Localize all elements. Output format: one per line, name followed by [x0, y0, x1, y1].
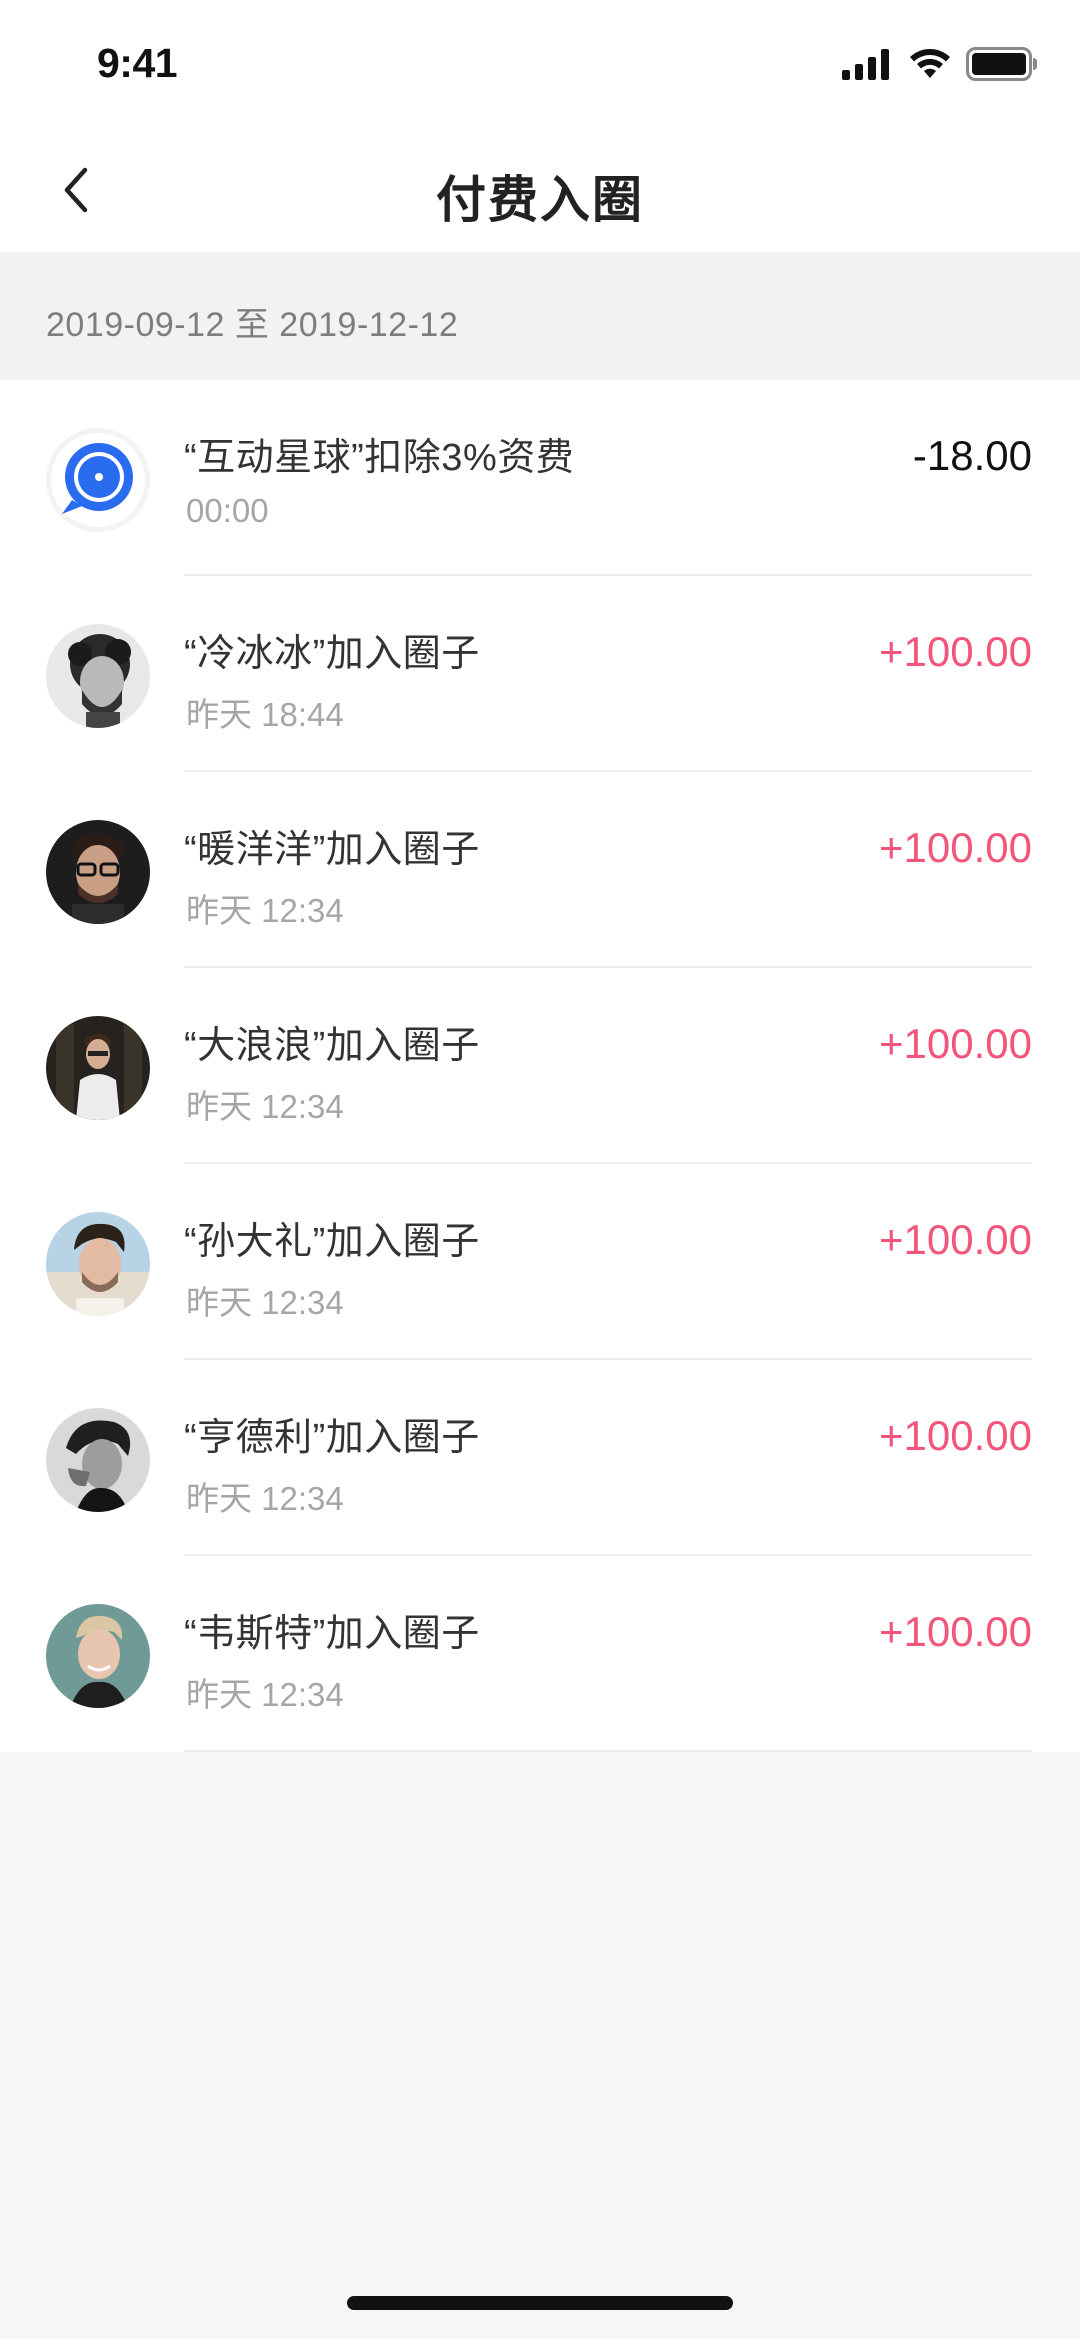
- transaction-amount: +100.00: [879, 1020, 1032, 1067]
- transaction-amount: -18.00: [912, 432, 1032, 479]
- planet-logo-icon: [46, 428, 150, 532]
- user-avatar: [46, 1212, 150, 1316]
- transaction-amount: +100.00: [879, 628, 1032, 675]
- signal-icon: [842, 48, 894, 85]
- status-icons: [828, 46, 1038, 86]
- wifi-icon: [908, 48, 952, 85]
- transaction-title: “韦斯特”加入圈子: [184, 1613, 480, 1655]
- transaction-amount: +100.00: [879, 1216, 1032, 1263]
- transaction-title: “互动星球”扣除3%资费: [184, 437, 575, 479]
- transaction-row[interactable]: “孙大礼”加入圈子 昨天 12:34 +100.00: [0, 1164, 1080, 1360]
- transaction-row[interactable]: “冷冰冰”加入圈子 昨天 18:44 +100.00: [0, 576, 1080, 772]
- screen: 9:41 付费入圈 2019-09-12 至 2019-12-12 “互动星球”…: [0, 0, 1080, 2339]
- transaction-title: “大浪浪”加入圈子: [184, 1025, 480, 1067]
- date-range-text: 2019-09-12 至 2019-12-12: [46, 306, 459, 344]
- battery-icon: [966, 46, 1038, 86]
- nav-bar: 付费入圈: [0, 132, 1080, 252]
- transaction-title: “暖洋洋”加入圈子: [184, 829, 480, 871]
- status-bar: 9:41: [0, 0, 1080, 132]
- transaction-amount: +100.00: [879, 1608, 1032, 1655]
- date-range-bar[interactable]: 2019-09-12 至 2019-12-12: [0, 252, 1080, 380]
- transaction-row[interactable]: “互动星球”扣除3%资费 00:00 -18.00: [0, 380, 1080, 576]
- transaction-time: 昨天 12:34: [186, 892, 344, 929]
- transaction-row[interactable]: “大浪浪”加入圈子 昨天 12:34 +100.00: [0, 968, 1080, 1164]
- transaction-title: “孙大礼”加入圈子: [184, 1221, 480, 1263]
- row-divider: [184, 1750, 1032, 1752]
- status-time: 9:41: [97, 40, 178, 86]
- transaction-time: 00:00: [186, 492, 269, 529]
- transaction-row[interactable]: “韦斯特”加入圈子 昨天 12:34 +100.00: [0, 1556, 1080, 1752]
- transaction-list: “互动星球”扣除3%资费 00:00 -18.00 “冷冰冰”加入圈子 昨天 1…: [0, 380, 1080, 1752]
- transaction-amount: +100.00: [879, 824, 1032, 871]
- home-indicator[interactable]: [347, 2296, 733, 2310]
- transaction-time: 昨天 12:34: [186, 1480, 344, 1517]
- transaction-time: 昨天 12:34: [186, 1088, 344, 1125]
- user-avatar: [46, 1604, 150, 1708]
- transaction-time: 昨天 12:34: [186, 1676, 344, 1713]
- user-avatar: [46, 1016, 150, 1120]
- user-avatar: [46, 820, 150, 924]
- user-avatar: [46, 1408, 150, 1512]
- user-avatar: [46, 624, 150, 728]
- transaction-time: 昨天 12:34: [186, 1284, 344, 1321]
- transaction-title: “冷冰冰”加入圈子: [184, 633, 480, 675]
- transaction-row[interactable]: “暖洋洋”加入圈子 昨天 12:34 +100.00: [0, 772, 1080, 968]
- transaction-amount: +100.00: [879, 1412, 1032, 1459]
- page-title: 付费入圈: [436, 172, 644, 228]
- transaction-time: 昨天 18:44: [186, 696, 344, 733]
- transaction-title: “亨德利”加入圈子: [184, 1417, 480, 1459]
- transaction-row[interactable]: “亨德利”加入圈子 昨天 12:34 +100.00: [0, 1360, 1080, 1556]
